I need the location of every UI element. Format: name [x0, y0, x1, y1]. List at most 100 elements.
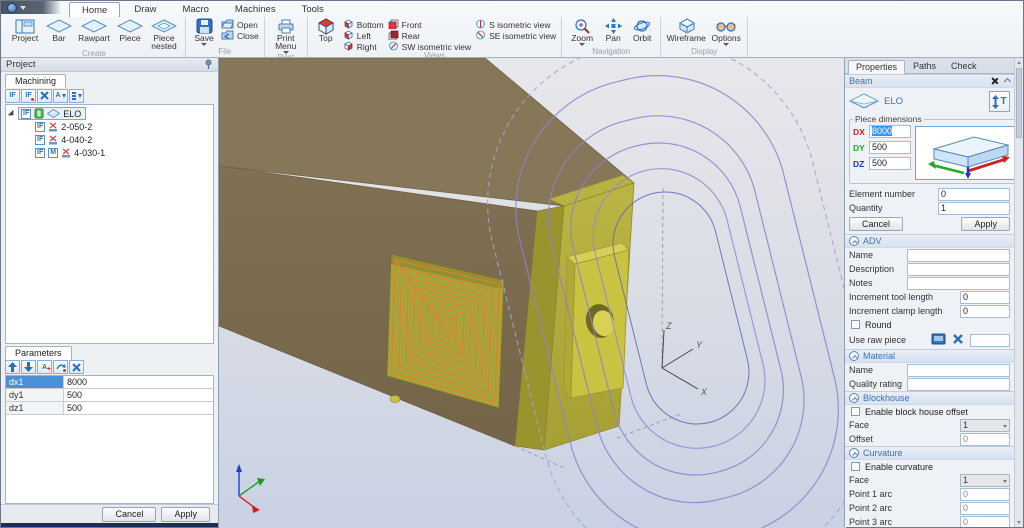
- collapse-chevron-icon[interactable]: [1004, 77, 1011, 84]
- tab-machines[interactable]: Machines: [223, 2, 288, 17]
- tab-tools[interactable]: Tools: [290, 2, 336, 17]
- 3d-viewport[interactable]: Z Y X: [219, 58, 844, 527]
- bar-button[interactable]: Bar: [44, 17, 74, 42]
- scrollbar-thumb[interactable]: [1016, 68, 1022, 138]
- apply-button[interactable]: Apply: [161, 507, 210, 522]
- cancel-button[interactable]: Cancel: [849, 217, 903, 231]
- pan-button[interactable]: Pan: [599, 17, 627, 42]
- tree-node-child[interactable]: IF M 4-030-1: [6, 146, 213, 159]
- print-menu-button[interactable]: Print Menu: [268, 17, 304, 54]
- piece-nested-button[interactable]: Piece nested: [146, 17, 182, 50]
- raw-piece-browse-icon[interactable]: [931, 333, 946, 347]
- orbit-button[interactable]: Orbit: [627, 17, 657, 42]
- pin-icon[interactable]: [204, 59, 213, 71]
- delete-all-icon[interactable]: [37, 89, 52, 103]
- tree-expander-icon[interactable]: [8, 109, 16, 117]
- tab-check[interactable]: Check: [944, 60, 984, 74]
- orient-piece-button[interactable]: T: [989, 91, 1010, 112]
- notes-input[interactable]: [907, 277, 1010, 290]
- move-up-icon[interactable]: [5, 360, 20, 374]
- view-right-button[interactable]: Right: [341, 41, 386, 52]
- material-section-header[interactable]: Material: [845, 349, 1014, 363]
- increment-tool-length-input[interactable]: 0: [960, 291, 1010, 304]
- tree-node-child[interactable]: IF 4-040-2: [6, 133, 213, 146]
- beam-section-header[interactable]: Beam: [845, 74, 1014, 88]
- parameter-row[interactable]: dy1 500: [6, 389, 213, 402]
- name-input[interactable]: [907, 249, 1010, 262]
- close-button[interactable]: Close: [219, 30, 261, 41]
- delete-parameter-icon[interactable]: [69, 360, 84, 374]
- element-number-input[interactable]: 0: [938, 188, 1010, 201]
- view-bottom-button[interactable]: Bottom: [341, 19, 386, 30]
- blockhouse-face-select[interactable]: 1: [960, 419, 1010, 432]
- curvature-face-select[interactable]: 1: [960, 474, 1010, 487]
- project-button[interactable]: Project: [6, 17, 44, 42]
- tab-draw[interactable]: Draw: [122, 2, 168, 17]
- ribbon-group-display: Wireframe Options Display: [661, 17, 748, 57]
- tab-parameters[interactable]: Parameters: [5, 346, 72, 360]
- scroll-up-icon[interactable]: [1015, 58, 1023, 67]
- view-left-button[interactable]: Left: [341, 30, 386, 41]
- scroll-down-icon[interactable]: [1015, 518, 1023, 527]
- move-down-icon[interactable]: [21, 360, 36, 374]
- sort-descending-icon[interactable]: [69, 89, 84, 103]
- parameter-value[interactable]: 500: [64, 402, 213, 414]
- wireframe-button[interactable]: Wireframe: [664, 17, 708, 42]
- curvature-section-header[interactable]: Curvature: [845, 446, 1014, 460]
- parameter-row[interactable]: dz1 500: [6, 402, 213, 415]
- properties-scrollbar[interactable]: [1014, 58, 1023, 527]
- tab-machining[interactable]: Machining: [5, 74, 66, 88]
- tree-node-elo-selection[interactable]: IF ELO: [18, 107, 86, 120]
- delete-if-icon[interactable]: IF: [21, 89, 36, 103]
- tab-macro[interactable]: Macro: [171, 2, 221, 17]
- point1-arc-input[interactable]: 0: [960, 488, 1010, 501]
- raw-piece-input[interactable]: [970, 334, 1010, 347]
- view-top-button-label: Top: [319, 34, 333, 42]
- enable-blockhouse-checkbox[interactable]: [851, 407, 860, 416]
- enable-curvature-checkbox[interactable]: [851, 462, 860, 471]
- quantity-input[interactable]: 1: [938, 202, 1010, 215]
- open-button[interactable]: Open: [219, 19, 261, 30]
- sort-ascending-icon[interactable]: A: [53, 89, 68, 103]
- adv-section-header[interactable]: ADV: [845, 234, 1014, 248]
- close-icon[interactable]: [990, 77, 998, 85]
- material-name-input[interactable]: [907, 364, 1010, 377]
- app-menu-button[interactable]: [1, 1, 61, 14]
- description-input[interactable]: [907, 263, 1010, 276]
- add-parameter-icon[interactable]: A+: [37, 360, 52, 374]
- point2-arc-input[interactable]: 0: [960, 502, 1010, 515]
- tree-node-elo[interactable]: IF ELO: [6, 107, 213, 120]
- tab-properties[interactable]: Properties: [848, 60, 905, 74]
- dy-input[interactable]: 500: [869, 141, 911, 154]
- view-front-button[interactable]: Front: [386, 19, 473, 30]
- cancel-button[interactable]: Cancel: [102, 507, 156, 522]
- blockhouse-section-header[interactable]: Blockhouse: [845, 391, 1014, 405]
- parameter-value[interactable]: 8000: [64, 376, 213, 388]
- dx-input[interactable]: 8000: [869, 125, 911, 138]
- rawpart-button[interactable]: Rawpart: [74, 17, 114, 42]
- quality-rating-input[interactable]: [907, 378, 1010, 391]
- round-checkbox[interactable]: [851, 320, 860, 329]
- insert-if-icon[interactable]: IF: [5, 89, 20, 103]
- point3-arc-input[interactable]: 0: [960, 516, 1010, 528]
- dropdown-caret-icon: [1003, 480, 1007, 483]
- save-button[interactable]: Save: [189, 17, 219, 46]
- view-top-button[interactable]: Top: [311, 17, 341, 42]
- tree-node-child[interactable]: IF 2-050-2: [6, 120, 213, 133]
- dz-input[interactable]: 500: [869, 157, 911, 170]
- tab-home[interactable]: Home: [69, 2, 120, 17]
- raw-piece-clear-icon[interactable]: [952, 333, 964, 347]
- rename-parameter-icon[interactable]: [53, 360, 68, 374]
- parameter-value[interactable]: 500: [64, 389, 213, 401]
- parameter-row[interactable]: dx1 8000: [6, 376, 213, 389]
- piece-button[interactable]: Piece: [114, 17, 146, 42]
- view-s-isometric-button[interactable]: S isometric view: [473, 19, 558, 30]
- zoom-button[interactable]: Zoom: [565, 17, 599, 46]
- view-rear-button[interactable]: Rear: [386, 30, 473, 41]
- blockhouse-offset-input[interactable]: 0: [960, 433, 1010, 446]
- view-se-isometric-button[interactable]: SE isometric view: [473, 30, 558, 41]
- apply-button[interactable]: Apply: [961, 217, 1010, 231]
- options-button[interactable]: Options: [708, 17, 744, 46]
- increment-clamp-length-input[interactable]: 0: [960, 305, 1010, 318]
- tab-paths[interactable]: Paths: [906, 60, 943, 74]
